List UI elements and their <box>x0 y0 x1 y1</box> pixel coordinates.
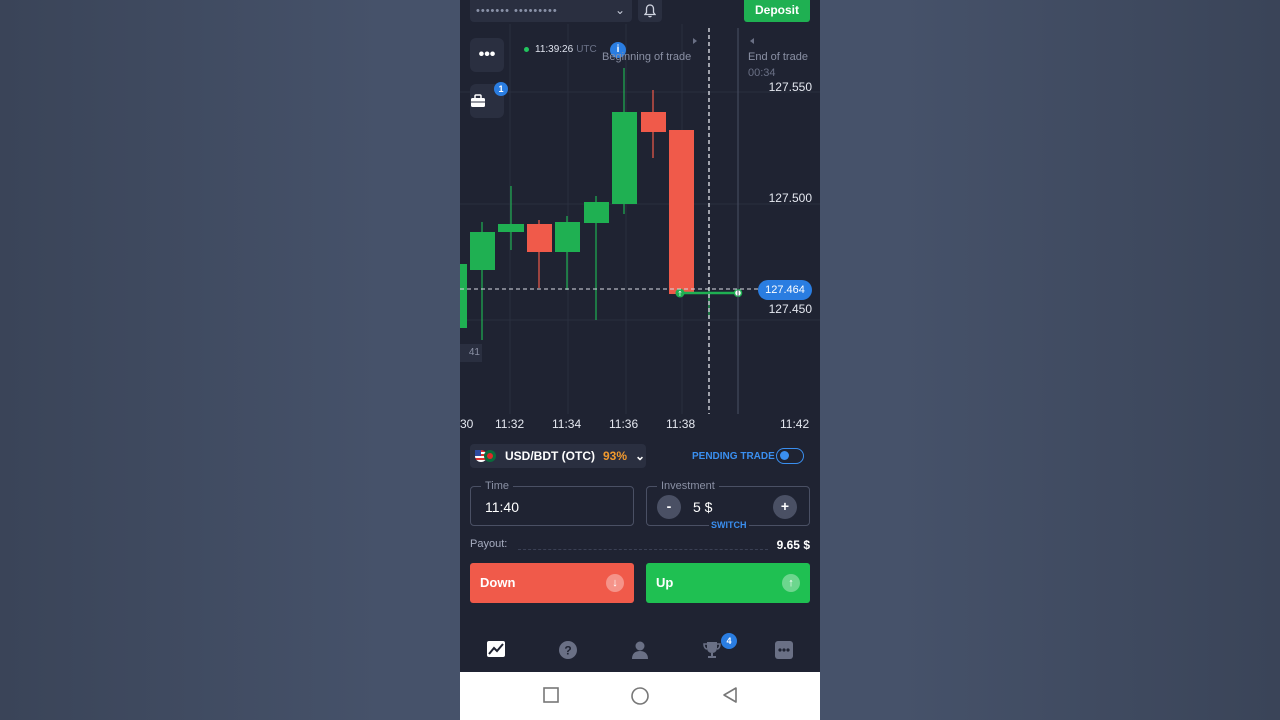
trophy-badge: 4 <box>721 633 737 649</box>
account-masked: ••••••• ••••••••• <box>476 5 558 17</box>
time-tick: 11:34 <box>552 417 582 431</box>
up-button[interactable]: Up ↑ <box>646 563 810 603</box>
price-tick: 127.450 <box>768 302 812 316</box>
investment-field-legend: Investment <box>657 480 719 492</box>
toggle-knob <box>780 451 789 460</box>
asset-name: USD/BDT (OTC) <box>505 449 595 463</box>
help-icon[interactable]: ? <box>557 640 579 662</box>
time-tick: 30 <box>460 417 474 431</box>
trading-app-screen: ••••••• ••••••••• ⌄ Deposit ↑ ••• 1 11:3… <box>460 0 820 720</box>
profile-icon[interactable] <box>629 640 651 662</box>
switch-currency-button[interactable]: SWITCH <box>709 520 749 530</box>
beginning-marker <box>693 38 697 44</box>
investment-value: 5 $ <box>693 499 713 515</box>
end-of-trade-countdown: 00:34 <box>748 67 776 79</box>
payout-divider <box>518 549 768 550</box>
chevron-down-icon: ⌄ <box>614 3 626 17</box>
current-price-tag: 127.464 <box>758 280 812 300</box>
price-tick: 127.550 <box>768 80 812 94</box>
beginning-of-trade-label: Beginning of trade <box>602 51 692 63</box>
home-icon[interactable] <box>630 686 650 711</box>
top-bar: ••••••• ••••••••• ⌄ Deposit <box>460 0 820 24</box>
asset-selector[interactable]: USD/BDT (OTC) 93% ⌄ <box>470 444 646 468</box>
portfolio-count-badge: 1 <box>494 82 508 96</box>
usd-bdt-flag-icon <box>475 449 497 463</box>
down-button-label: Down <box>480 575 516 590</box>
decrease-investment-button[interactable]: - <box>657 495 681 519</box>
end-marker <box>750 38 754 44</box>
candle-body <box>584 202 609 223</box>
account-selector[interactable]: ••••••• ••••••••• ⌄ <box>470 0 632 22</box>
payout-label: Payout: <box>470 538 508 550</box>
deposit-button[interactable]: Deposit <box>744 0 810 22</box>
recents-icon[interactable] <box>542 686 560 709</box>
end-of-trade-label: End of trade <box>748 51 808 63</box>
chart-icon[interactable] <box>485 640 507 662</box>
price-chart[interactable]: ↑ ••• 1 11:39:26 UTC i Beginning of trade… <box>460 24 820 440</box>
trade-entry-arrow: ↑ <box>677 290 683 298</box>
candle-body <box>470 232 495 270</box>
increase-investment-button[interactable]: + <box>773 495 797 519</box>
candle-body <box>460 264 467 328</box>
chart-canvas: ↑ <box>460 24 820 414</box>
candle-body <box>669 130 694 294</box>
candle-body <box>555 222 580 252</box>
pending-trade-toggle[interactable] <box>776 448 804 464</box>
candle-body <box>641 112 666 132</box>
back-icon[interactable] <box>721 686 739 709</box>
left-price-label: 41 <box>460 344 482 362</box>
down-button[interactable]: Down ↓ <box>470 563 634 603</box>
candle-body <box>498 224 524 232</box>
clock-time: 11:39:26 <box>535 44 574 55</box>
time-field-value: 11:40 <box>485 499 519 515</box>
svg-text:?: ? <box>564 644 571 658</box>
candle-body <box>527 224 552 252</box>
candle-body <box>612 112 637 204</box>
bottom-nav: ? <box>460 630 820 672</box>
live-dot-icon <box>524 46 529 52</box>
trophy-icon[interactable] <box>701 640 723 662</box>
payout-value: 9.65 $ <box>776 538 810 552</box>
price-tick: 127.500 <box>768 191 812 205</box>
up-button-label: Up <box>656 575 674 590</box>
arrow-up-icon: ↑ <box>782 574 800 592</box>
chart-menu-button[interactable]: ••• <box>470 38 504 72</box>
chevron-down-icon: ⌄ <box>635 449 646 463</box>
arrow-down-icon: ↓ <box>606 574 624 592</box>
time-field[interactable]: Time 11:40 <box>470 480 634 526</box>
server-clock: 11:39:26 UTC <box>524 44 597 55</box>
time-tick: 11:38 <box>666 417 696 431</box>
clock-zone: UTC <box>576 44 597 55</box>
time-field-legend: Time <box>481 480 514 492</box>
more-icon[interactable] <box>773 640 795 662</box>
time-tick: 11:36 <box>609 417 639 431</box>
system-navigation-bar <box>460 672 820 720</box>
time-tick: 11:32 <box>495 417 525 431</box>
briefcase-icon <box>471 94 485 107</box>
asset-payout-percent: 93% <box>603 449 628 463</box>
notifications-bell-icon[interactable] <box>638 0 662 22</box>
time-tick: 11:42 <box>780 417 810 431</box>
pending-trade-label: PENDING TRADE <box>692 451 775 462</box>
